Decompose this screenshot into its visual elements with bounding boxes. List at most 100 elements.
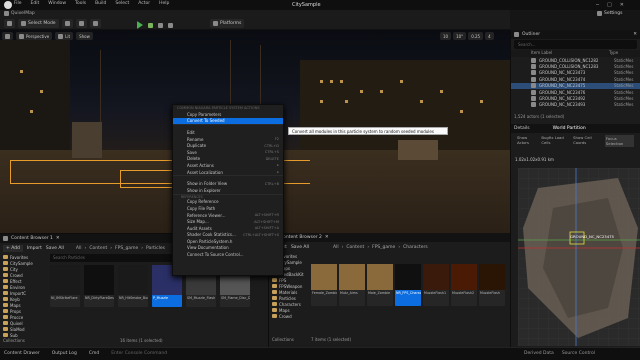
cmd-button[interactable]: Cmd: [89, 351, 99, 356]
menu-tools[interactable]: Tools: [75, 1, 86, 6]
crumb-particles[interactable]: Particles: [146, 246, 165, 251]
unreal-logo-icon[interactable]: [4, 1, 12, 9]
settings-button[interactable]: Settings: [597, 11, 622, 16]
context-menu-item[interactable]: View Documentation: [173, 245, 283, 252]
crumb-characters[interactable]: Characters: [403, 245, 428, 250]
cb1-save-all-button[interactable]: Save All: [46, 246, 64, 251]
close-icon[interactable]: ✕: [325, 235, 329, 240]
asset-tile[interactable]: NR_DirtyFlareDesc: [84, 265, 114, 307]
context-menu-item[interactable]: Copy Parameters: [173, 111, 283, 118]
close-icon[interactable]: ✕: [620, 2, 624, 8]
simulate-icon[interactable]: [148, 22, 153, 28]
play-icon[interactable]: [137, 21, 143, 29]
save-button[interactable]: [4, 19, 15, 28]
asset-tile[interactable]: NR_FPS_Character: [395, 264, 421, 306]
tab-details[interactable]: Details: [514, 126, 530, 131]
viewport-options-button[interactable]: [2, 32, 13, 40]
world-partition-minimap[interactable]: GROUND_NC_NC23475: [518, 168, 640, 346]
context-menu-item[interactable]: Connect To Source Control...: [173, 251, 283, 258]
context-menu-item[interactable]: Rename F2: [173, 136, 283, 143]
context-menu-item[interactable]: Copy Reference: [173, 199, 283, 206]
asset-tile[interactable]: Female_Zombie: [311, 264, 337, 306]
context-menu-item[interactable]: Convert To Seeded: [173, 117, 283, 125]
context-menu-item[interactable]: Save CTRL+S: [173, 149, 283, 156]
stop-icon[interactable]: [168, 22, 173, 28]
minimize-icon[interactable]: ─: [596, 2, 599, 8]
cinematics-button[interactable]: [90, 19, 101, 28]
context-menu-item[interactable]: Show in Explorer: [173, 187, 283, 194]
context-menu-item[interactable]: Asset Localization ▸: [173, 169, 283, 176]
camera-speed-button[interactable]: 4: [485, 32, 494, 40]
crumb-fps-game[interactable]: FPS_game: [115, 246, 138, 251]
crumb-content[interactable]: Content: [89, 246, 107, 251]
col-type[interactable]: Type: [609, 50, 618, 57]
maximize-icon[interactable]: □: [607, 2, 612, 8]
crumb-all[interactable]: All: [333, 245, 339, 250]
load-cells-toggle[interactable]: Bugfix Load Cells: [541, 135, 567, 147]
cb2-save-all-button[interactable]: Save All: [291, 245, 309, 250]
context-menu-item[interactable]: Open ParticleSystem.h: [173, 238, 283, 245]
asset-tile[interactable]: Mutz_Aims: [339, 264, 365, 306]
tab-world-partition[interactable]: World Partition: [553, 126, 586, 131]
perspective-button[interactable]: Perspective: [16, 32, 53, 40]
asset-tile[interactable]: MuzzleFlash: [479, 264, 505, 306]
lit-button[interactable]: Lit: [55, 32, 74, 40]
context-menu-item[interactable]: Asset Actions ▸: [173, 162, 283, 169]
console-input[interactable]: Enter Console Command: [111, 351, 167, 356]
outliner-row[interactable]: GROUND_NC_NC23476 StaticMes: [511, 89, 640, 95]
output-log-button[interactable]: Output Log: [52, 351, 77, 356]
context-menu-item[interactable]: Copy File Path: [173, 205, 283, 212]
angle-snap-button[interactable]: 10°: [453, 32, 467, 40]
menu-help[interactable]: Help: [159, 1, 169, 6]
crumb-content[interactable]: Content: [346, 245, 364, 250]
context-menu-item[interactable]: Show in Folder View CTRL+B: [173, 180, 283, 187]
outliner-row[interactable]: GROUND_NC_NC23474 StaticMes: [511, 76, 640, 82]
menu-edit[interactable]: Edit: [31, 1, 40, 6]
col-item-label[interactable]: Item Label: [531, 50, 609, 57]
crumb-all[interactable]: All: [76, 246, 82, 251]
select-mode-button[interactable]: Select Mode: [18, 19, 59, 28]
menu-select[interactable]: Select: [115, 1, 129, 6]
menu-actor[interactable]: Actor: [138, 1, 150, 6]
menu-build[interactable]: Build: [95, 1, 106, 6]
scale-snap-button[interactable]: 0.25: [468, 32, 484, 40]
context-menu-item[interactable]: Reference Viewer... ALT+SHIFT+R: [173, 212, 283, 219]
crumb-fps-game[interactable]: FPS_game: [372, 245, 395, 250]
show-actors-toggle[interactable]: Show Actors: [517, 135, 535, 147]
context-menu-item[interactable]: Delete DELETE: [173, 156, 283, 163]
menu-file[interactable]: File: [14, 1, 22, 6]
asset-tile[interactable]: NR_HitSmoke_Burst: [118, 265, 148, 307]
cb2-collections[interactable]: Collections: [272, 337, 294, 342]
play-options-icon[interactable]: [158, 22, 163, 28]
cb1-import-button[interactable]: Import: [27, 246, 42, 251]
cb1-tab[interactable]: Content Browser 1: [11, 236, 53, 241]
context-menu-item[interactable]: Edit: [173, 129, 283, 136]
asset-tile[interactable]: MuzzleFlash2: [451, 264, 477, 306]
blueprint-button[interactable]: [76, 19, 87, 28]
derived-data-button[interactable]: Derived Data: [524, 351, 554, 356]
content-drawer-button[interactable]: Content Drawer: [4, 351, 40, 356]
folder-tree-item[interactable]: Crowd: [272, 313, 306, 319]
cb1-add-button[interactable]: + Add: [3, 244, 23, 252]
platforms-button[interactable]: Platforms: [210, 19, 245, 28]
asset-tile[interactable]: Male_Zombie: [367, 264, 393, 306]
asset-tile[interactable]: MuzzleFlash1: [423, 264, 449, 306]
context-menu-item[interactable]: Shader Cook Statistics... CTRL+ALT+SHIFT+…: [173, 232, 283, 239]
context-menu-item[interactable]: Size Map... ALT+SHIFT+M: [173, 218, 283, 225]
outliner-tab[interactable]: Outliner: [522, 32, 540, 37]
outliner-row[interactable]: GROUND_NC_NC23493 StaticMes: [511, 102, 640, 108]
add-actor-button[interactable]: [62, 19, 73, 28]
context-menu-item[interactable]: Audit Assets ALT+SHIFT+A: [173, 225, 283, 232]
focus-selection-button[interactable]: Focus Selection: [604, 135, 635, 147]
map-tab[interactable]: QuixelMap: [4, 11, 35, 16]
menu-window[interactable]: Window: [48, 1, 66, 6]
grid-snap-button[interactable]: 10: [440, 32, 452, 40]
outliner-row[interactable]: GROUND_COLLISION_NC1282 StaticMes: [511, 57, 640, 63]
asset-tile[interactable]: NI_IMStrikeFlare: [50, 265, 80, 307]
close-icon[interactable]: ✕: [633, 32, 637, 37]
source-control-button[interactable]: Source Control: [562, 351, 595, 356]
show-cell-coords-toggle[interactable]: Show Cell Coords: [573, 135, 599, 147]
outliner-search-input[interactable]: Search...: [514, 40, 637, 49]
context-menu-item[interactable]: Duplicate CTRL+D: [173, 142, 283, 149]
cb1-collections[interactable]: Collections: [3, 338, 25, 343]
